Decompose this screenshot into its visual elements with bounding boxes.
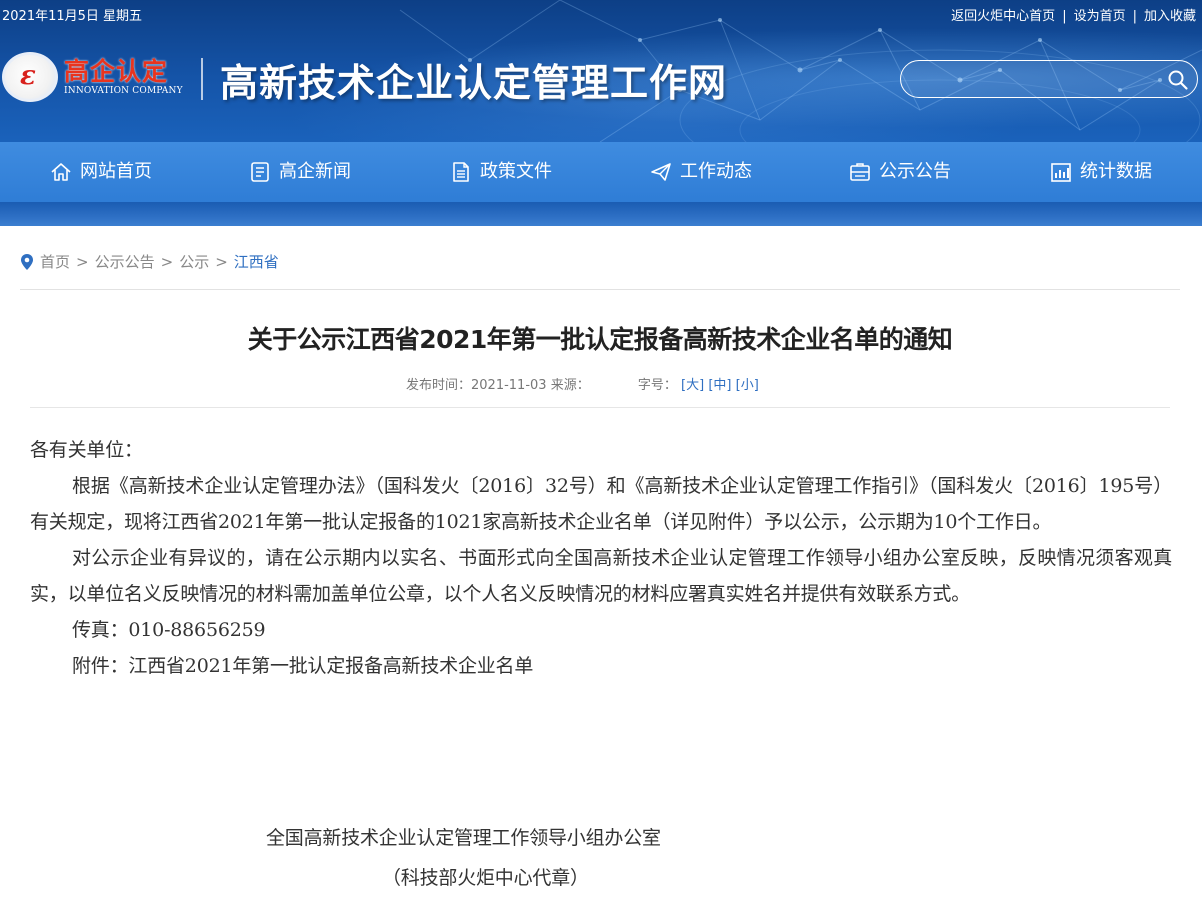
fax-line: 传真：010-88656259 (72, 619, 266, 641)
document-icon (453, 162, 469, 182)
paragraph-regulations: 根据《高新技术企业认定管理办法》（国科发火〔2016〕32号）和《高新技术企业认… (30, 475, 1172, 533)
font-size-large-button[interactable]: [大] (681, 378, 704, 393)
breadcrumb-jiangxi[interactable]: 江西省 (234, 248, 279, 276)
breadcrumb-home[interactable]: 首页 (40, 248, 70, 276)
top-link-separator: | (1062, 9, 1067, 24)
site-header: 2021年11月5日 星期五 返回火炬中心首页 | 设为首页 | 加入收藏 ε 高企认定… (0, 0, 1202, 142)
chart-icon (1051, 163, 1071, 182)
home-icon (51, 163, 71, 181)
nav-item-label: 工作动态 (680, 161, 752, 182)
logo-divider (201, 58, 203, 100)
logo-chinese-text: 高企认定 (64, 57, 169, 86)
signature-note: （科技部火炬中心代章） (382, 867, 589, 889)
attachment-label: 附件： (72, 655, 129, 677)
breadcrumb-separator: > (160, 253, 174, 271)
nav-item-label: 政策文件 (480, 161, 552, 182)
breadcrumb-divider (20, 289, 1180, 290)
font-size-medium-button[interactable]: [中] (708, 378, 731, 393)
paper-plane-icon (651, 163, 671, 181)
paragraph-objections: 对公示企业有异议的，请在公示期内以实名、书面形式向全国高新技术企业认定管理工作领… (30, 547, 1172, 605)
nav-item-home[interactable]: 网站首页 (50, 142, 152, 202)
font-size-small-button[interactable]: [小] (736, 378, 759, 393)
nav-item-statistics[interactable]: 统计数据 (1050, 142, 1152, 202)
nav-item-label: 网站首页 (80, 161, 152, 182)
article-body: 各有关单位： 根据《高新技术企业认定管理办法》（国科发火〔2016〕32号）和《… (30, 432, 1172, 889)
back-to-torch-home-link[interactable]: 返回火炬中心首页 (951, 9, 1055, 24)
search-box[interactable] (900, 60, 1198, 98)
nav-bottom-strip (0, 202, 1202, 226)
search-icon[interactable] (1167, 69, 1189, 91)
nav-item-policy[interactable]: 政策文件 (450, 142, 552, 202)
nav-item-news[interactable]: 高企新闻 (249, 142, 351, 202)
current-date: 2021年11月5日 星期五 (2, 9, 143, 24)
nav-item-work-updates[interactable]: 工作动态 (650, 142, 752, 202)
publish-date: 2021-11-03 (471, 378, 547, 393)
font-size-label: 字号： (637, 378, 677, 393)
breadcrumb: 首页 > 公示公告 > 公示 > 江西省 (20, 248, 279, 276)
signature-organization: 全国高新技术企业认定管理工作领导小组办公室 (266, 827, 661, 849)
nav-item-label: 统计数据 (1080, 161, 1152, 182)
nav-item-label: 高企新闻 (279, 161, 351, 182)
breadcrumb-separator: > (215, 253, 228, 271)
site-logo[interactable]: ε 高企认定 INNOVATION COMPANY (2, 50, 192, 106)
location-pin-icon (21, 254, 33, 270)
top-links: 返回火炬中心首页 | 设为首页 | 加入收藏 (951, 0, 1196, 34)
site-title: 高新技术企业认定管理工作网 (220, 60, 728, 105)
article-meta: 发布时间：2021-11-03 来源： 字号： [大] [中] [小] (406, 374, 759, 393)
logo-emblem-icon: ε (2, 52, 58, 102)
search-input[interactable] (915, 67, 1159, 93)
breadcrumb-notices[interactable]: 公示公告 (95, 248, 155, 276)
add-favorite-link[interactable]: 加入收藏 (1144, 9, 1196, 24)
notice-icon (850, 163, 870, 181)
meta-divider (30, 407, 1170, 408)
attachment-line: 附件：江西省2021年第一批认定报备高新技术企业名单 (30, 648, 1172, 684)
breadcrumb-separator: > (76, 253, 89, 271)
attachment-link[interactable]: 江西省2021年第一批认定报备高新技术企业名单 (128, 655, 533, 677)
main-nav: 网站首页 高企新闻 政策文件 工作动态 公示公告 统计数据 (0, 142, 1202, 202)
font-size-control: 字号： [大] [中] [小] (638, 378, 759, 393)
news-icon (251, 162, 269, 182)
breadcrumb-publicity[interactable]: 公示 (179, 248, 209, 276)
top-link-separator: | (1132, 9, 1137, 24)
nav-item-label: 公示公告 (879, 161, 951, 182)
set-homepage-link[interactable]: 设为首页 (1074, 9, 1126, 24)
top-bar: 2021年11月5日 星期五 返回火炬中心首页 | 设为首页 | 加入收藏 (0, 0, 1202, 34)
article-title: 关于公示江西省2021年第一批认定报备高新技术企业名单的通知 (247, 325, 953, 354)
salutation: 各有关单位： (30, 439, 143, 461)
source-label: 来源： (550, 378, 590, 393)
nav-item-notices[interactable]: 公示公告 (849, 142, 951, 202)
publish-label: 发布时间： (406, 378, 472, 393)
logo-english-text: INNOVATION COMPANY (64, 86, 183, 96)
